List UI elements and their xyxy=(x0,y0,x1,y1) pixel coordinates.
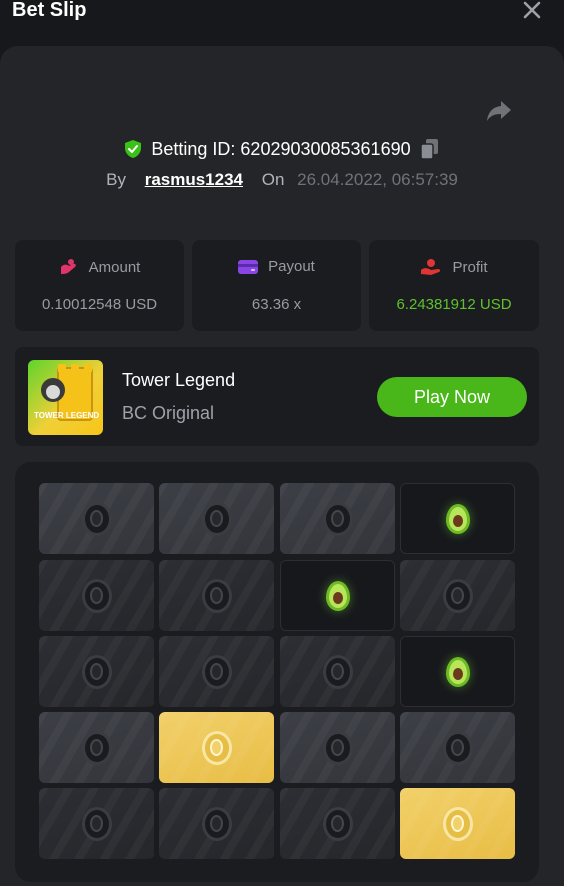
profit-icon xyxy=(421,259,441,275)
egg-icon xyxy=(201,654,232,689)
egg-icon xyxy=(201,501,232,536)
board-tile[interactable] xyxy=(280,483,395,554)
board-tile[interactable] xyxy=(280,712,395,783)
wallet-icon xyxy=(238,259,259,274)
gold-egg-icon xyxy=(201,730,232,765)
share-icon[interactable] xyxy=(486,99,512,123)
game-board xyxy=(15,462,539,882)
game-subtitle: BC Original xyxy=(122,403,215,423)
egg-icon xyxy=(81,501,112,536)
payout-value: 63.36 x xyxy=(251,296,302,313)
stat-profit: Profit 6.24381912 USD xyxy=(369,240,539,331)
page-title: Bet Slip xyxy=(12,0,87,21)
egg-icon xyxy=(322,806,353,841)
betting-id-text: Betting ID: 62029030085361690 xyxy=(151,138,411,159)
egg-icon xyxy=(442,730,473,765)
board-tile[interactable] xyxy=(159,712,274,783)
by-label: By xyxy=(106,170,126,189)
board-tile[interactable] xyxy=(280,636,395,707)
profit-label: Profit xyxy=(452,258,488,276)
egg-icon xyxy=(201,806,232,841)
egg-icon xyxy=(442,578,473,613)
stat-payout: Payout 63.36 x xyxy=(192,240,361,331)
egg-icon xyxy=(81,806,112,841)
board-tile[interactable] xyxy=(159,483,274,554)
board-tile[interactable] xyxy=(39,560,154,631)
avocado-icon xyxy=(445,503,470,534)
board-tile[interactable] xyxy=(39,636,154,707)
egg-icon xyxy=(201,578,232,613)
board-tile[interactable] xyxy=(159,788,274,859)
payout-label: Payout xyxy=(268,258,315,275)
board-tile[interactable] xyxy=(39,712,154,783)
close-icon[interactable] xyxy=(520,0,544,22)
bet-byline: By rasmus1234 On 26.04.2022, 06:57:39 xyxy=(0,170,564,190)
board-tile[interactable] xyxy=(400,483,515,554)
on-label: On xyxy=(261,170,285,189)
board-tile[interactable] xyxy=(280,788,395,859)
game-thumbnail[interactable]: TOWER LEGEND xyxy=(28,360,103,435)
egg-icon xyxy=(322,501,353,536)
board-tile[interactable] xyxy=(400,636,515,707)
board-tile[interactable] xyxy=(159,636,274,707)
betting-id: Betting ID: 62029030085361690 xyxy=(0,137,564,164)
board-tile[interactable] xyxy=(159,560,274,631)
board-tile[interactable] xyxy=(39,788,154,859)
amount-value: 0.10012548 USD xyxy=(41,296,158,313)
egg-icon xyxy=(81,654,112,689)
header: Bet Slip xyxy=(0,0,564,46)
tower-icon: TOWER LEGEND xyxy=(34,364,99,421)
bet-date: 26.04.2022, 06:57:39 xyxy=(297,170,458,189)
avocado-icon xyxy=(325,580,350,611)
thumb-title: TOWER LEGEND xyxy=(34,411,99,420)
egg-icon xyxy=(322,730,353,765)
amount-label: Amount xyxy=(88,258,141,276)
game-name[interactable]: Tower Legend xyxy=(122,370,235,391)
gold-egg-icon xyxy=(442,806,473,841)
copy-icon[interactable] xyxy=(419,137,441,161)
game-card: TOWER LEGEND Tower Legend BC Original Pl… xyxy=(15,347,539,446)
amount-icon xyxy=(60,259,76,274)
stat-amount: Amount 0.10012548 USD xyxy=(15,240,184,331)
egg-icon xyxy=(322,654,353,689)
play-now-button[interactable]: Play Now xyxy=(377,377,527,417)
board-tile[interactable] xyxy=(400,788,515,859)
username-link[interactable]: rasmus1234 xyxy=(145,170,243,189)
avocado-icon xyxy=(445,656,470,687)
egg-icon xyxy=(81,730,112,765)
profit-value: 6.24381912 USD xyxy=(396,296,512,313)
board-tile[interactable] xyxy=(280,560,395,631)
board-tile[interactable] xyxy=(400,712,515,783)
egg-icon xyxy=(81,578,112,613)
board-tile[interactable] xyxy=(39,483,154,554)
shield-check-icon xyxy=(125,140,142,158)
board-tile[interactable] xyxy=(400,560,515,631)
